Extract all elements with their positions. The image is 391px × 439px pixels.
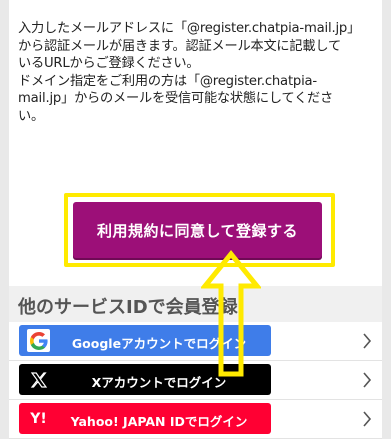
agree-and-register-button[interactable]: 利用規約に同意して登録する (73, 202, 322, 258)
x-login-row[interactable]: Xアカウントでログイン (9, 361, 382, 400)
email-notice: 入力したメールアドレスに「@register.chatpia-mail.jp」 … (18, 20, 378, 125)
notice-line: ドメイン指定をご利用の方は「@register.chatpia- (18, 73, 317, 89)
notice-line: 入力したメールアドレスに「@register.chatpia-mail.jp」 (18, 21, 361, 36)
chevron-right-icon (363, 333, 372, 349)
notice-line: mail.jp」からのメールを受信可能な状態にしてくださ (18, 91, 334, 106)
up-arrow-annotation-icon (201, 250, 261, 377)
notice-line: いるURLからご登録ください。 (18, 56, 200, 71)
yahoo-icon: Y! (30, 410, 47, 427)
notice-line: から認証メールが届きます。認証メール本文に記載して (18, 38, 341, 54)
yahoo-login-label: Yahoo! JAPAN IDでログイン (70, 414, 248, 429)
google-icon (27, 329, 50, 352)
yahoo-login-row[interactable]: Y! Yahoo! JAPAN IDでログイン (9, 400, 382, 439)
notice-line: い。 (18, 108, 44, 124)
yahoo-login-button[interactable]: Y! Yahoo! JAPAN IDでログイン (19, 403, 271, 434)
google-login-row[interactable]: Googleアカウントでログイン (9, 322, 382, 361)
chevron-right-icon (363, 372, 372, 388)
x-logo-icon (27, 368, 50, 391)
chevron-right-icon (363, 411, 372, 427)
